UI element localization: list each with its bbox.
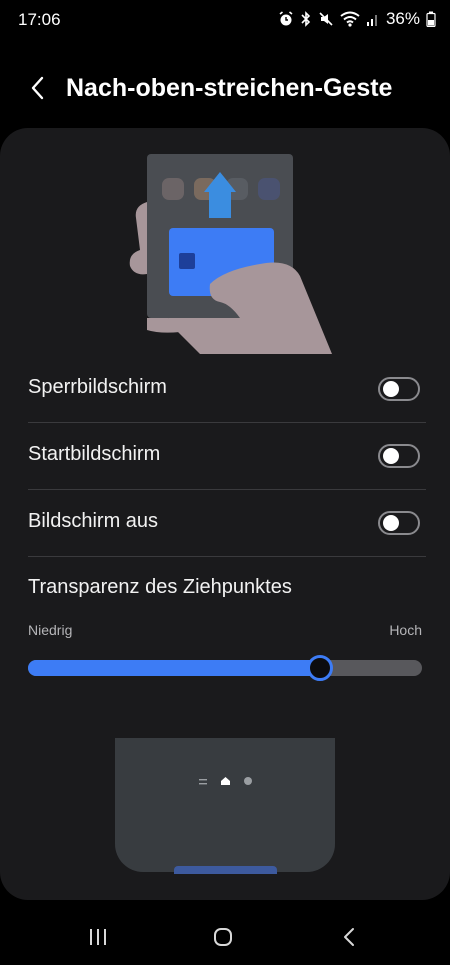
battery-icon [426, 11, 436, 27]
battery-percent: 36% [385, 9, 420, 28]
status-icons: 36% [278, 9, 436, 29]
setting-label: Startbildschirm [28, 443, 161, 465]
back-nav-button[interactable] [329, 919, 369, 955]
slider-fill [28, 660, 320, 676]
menu-lines-icon [198, 772, 207, 790]
home-button[interactable] [203, 919, 243, 955]
toggle-knob [383, 381, 399, 397]
lock-screen-toggle[interactable] [378, 377, 420, 401]
page-dot-icon [243, 772, 252, 790]
recents-icon [90, 929, 106, 945]
setting-row-home-screen[interactable]: Startbildschirm [28, 423, 426, 489]
status-bar: 17:06 36% [0, 0, 450, 40]
toggle-knob [383, 515, 399, 531]
bluetooth-icon [300, 11, 312, 27]
slider-title: Transparenz des Ziehpunktes [28, 576, 292, 598]
alarm-icon [278, 11, 294, 27]
home-screen-toggle[interactable] [378, 444, 420, 468]
status-time: 17:06 [18, 10, 61, 29]
back-icon [344, 928, 354, 946]
transparency-slider-section: Transparenz des Ziehpunktes Niedrig Hoch [28, 568, 426, 688]
setting-label: Sperrbildschirm [28, 376, 167, 398]
navigation-bar [0, 905, 450, 965]
home-icon [214, 928, 232, 946]
setting-row-screen-off[interactable]: Bildschirm aus [28, 490, 426, 556]
slider-min-label: Niedrig [28, 622, 73, 638]
slider-thumb[interactable] [306, 655, 333, 681]
handle-preview [115, 738, 335, 874]
gesture-handle-preview [174, 866, 277, 874]
page-title: Nach-oben-streichen-Geste [66, 74, 393, 102]
swipe-gesture-illustration [129, 154, 332, 354]
setting-row-lock-screen[interactable]: Sperrbildschirm [28, 356, 426, 422]
home-indicator-icon [220, 772, 230, 790]
back-button[interactable] [22, 72, 54, 104]
transparency-slider[interactable] [28, 655, 422, 681]
setting-label: Bildschirm aus [28, 510, 159, 532]
divider [28, 556, 426, 557]
mute-icon [318, 11, 334, 27]
toggle-knob [383, 448, 399, 464]
wifi-icon [340, 11, 360, 27]
header: Nach-oben-streichen-Geste [0, 62, 450, 114]
recents-button[interactable] [78, 919, 118, 955]
chevron-left-icon [31, 76, 44, 100]
signal-icon [366, 11, 380, 27]
slider-max-label: Hoch [389, 622, 422, 638]
preview-page-indicators [115, 772, 335, 790]
settings-card: Sperrbildschirm Startbildschirm Bildschi… [0, 128, 450, 900]
screen-off-toggle[interactable] [378, 511, 420, 535]
